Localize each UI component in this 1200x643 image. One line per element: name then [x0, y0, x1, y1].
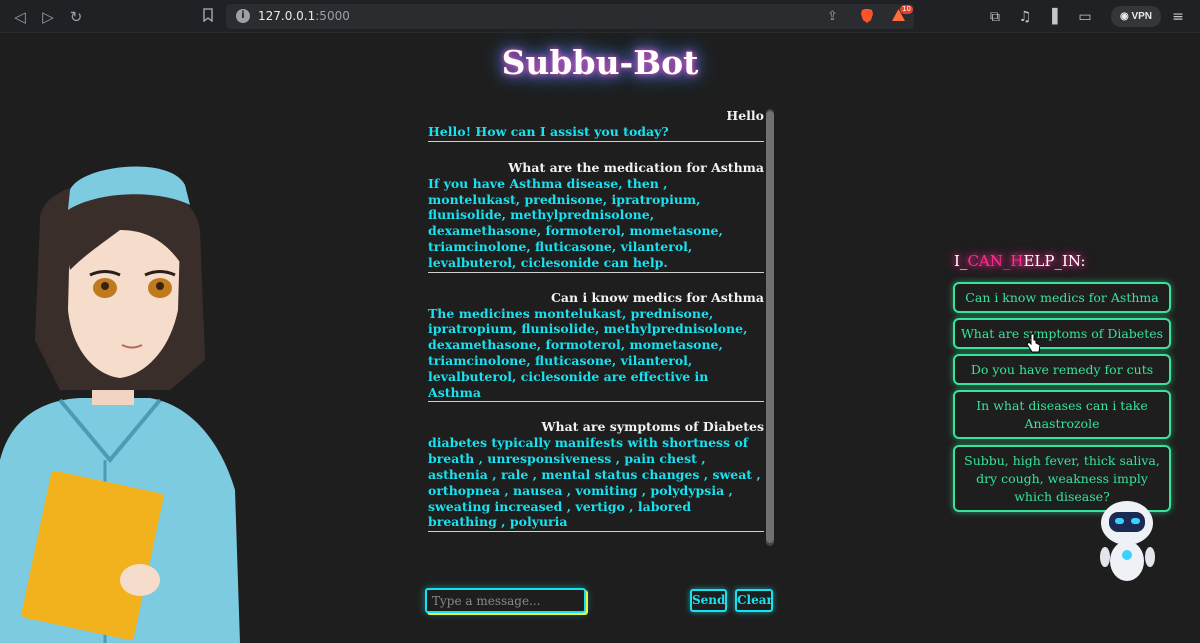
bot-message: Hello! How can I assist you today? — [428, 124, 764, 142]
suggestion-button[interactable]: Do you have remedy for cuts — [953, 354, 1171, 385]
extensions-icon[interactable]: ⧉ — [985, 7, 1005, 27]
chat-message: What are the medication for Asthma If yo… — [428, 160, 764, 273]
app-title: Subbu-Bot — [501, 43, 699, 82]
forward-icon[interactable]: ▷ — [38, 7, 58, 27]
chat-log: Hello Hello! How can I assist you today?… — [428, 108, 764, 546]
menu-icon[interactable]: ≡ — [1168, 7, 1188, 27]
chat-scrollbar[interactable] — [766, 109, 774, 546]
share-icon[interactable]: ⇪ — [824, 8, 841, 25]
bot-message: diabetes typically manifests with shortn… — [428, 435, 764, 533]
help-title-part: CAN_H — [967, 252, 1024, 270]
send-button[interactable]: Send — [690, 589, 727, 612]
robot-mascot-icon — [1100, 501, 1155, 581]
vpn-label: VPN — [1131, 11, 1153, 22]
help-title-part: I_ — [954, 252, 968, 270]
url-host: 127.0.0.1 — [258, 9, 316, 23]
bookmark-icon[interactable] — [198, 7, 218, 27]
user-message: Can i know medics for Asthma — [550, 289, 764, 305]
notification-badge: 10 — [900, 5, 913, 14]
reload-icon[interactable]: ↻ — [66, 7, 86, 27]
help-title-part: ELP_IN: — [1023, 252, 1086, 270]
chat-message: Hello Hello! How can I assist you today? — [428, 108, 764, 142]
sidebar-icon[interactable]: ▐ — [1042, 7, 1062, 27]
user-message: What are the medication for Asthma — [508, 159, 764, 175]
help-title: I_CAN_HELP_IN: — [954, 250, 1094, 272]
url-text: 127.0.0.1:5000 — [258, 8, 350, 25]
site-info-icon[interactable]: i — [236, 9, 250, 23]
chat-message: What are symptoms of Diabetes diabetes t… — [428, 419, 764, 533]
wallet-icon[interactable]: ▭ — [1075, 7, 1095, 27]
address-bar[interactable]: i 127.0.0.1:5000 ⇪ 10 — [226, 4, 914, 29]
suggestion-button[interactable]: What are symptoms of Diabetes — [953, 318, 1171, 349]
clear-button[interactable]: Clear — [735, 589, 773, 612]
brave-shields-icon[interactable] — [858, 8, 875, 25]
media-icon[interactable]: ♫ — [1015, 7, 1035, 27]
user-message: Hello — [726, 108, 764, 123]
bot-message: The medicines montelukast, prednisone, i… — [428, 306, 764, 403]
hand-cursor-icon — [1026, 333, 1040, 353]
rewards-icon[interactable]: 10 — [890, 5, 913, 25]
back-icon[interactable]: ◁ — [10, 7, 30, 27]
message-input[interactable] — [425, 588, 586, 613]
chat-message: Can i know medics for Asthma The medicin… — [428, 290, 764, 403]
nurse-illustration — [0, 166, 240, 643]
vpn-button[interactable]: ◉ VPN — [1111, 6, 1161, 27]
bot-message: If you have Asthma disease, then , monte… — [428, 176, 764, 273]
suggestion-button[interactable]: Can i know medics for Asthma — [953, 282, 1171, 313]
browser-toolbar: ◁ ▷ ↻ i 127.0.0.1:5000 ⇪ 10 ⧉ ♫ ▐ ▭ ◉ VP… — [0, 0, 1200, 33]
suggestion-button[interactable]: In what diseases can i take Anastrozole — [953, 390, 1171, 439]
user-message: What are symptoms of Diabetes — [541, 419, 764, 435]
scrollbar-thumb[interactable] — [766, 111, 774, 543]
url-port: :5000 — [315, 9, 350, 23]
